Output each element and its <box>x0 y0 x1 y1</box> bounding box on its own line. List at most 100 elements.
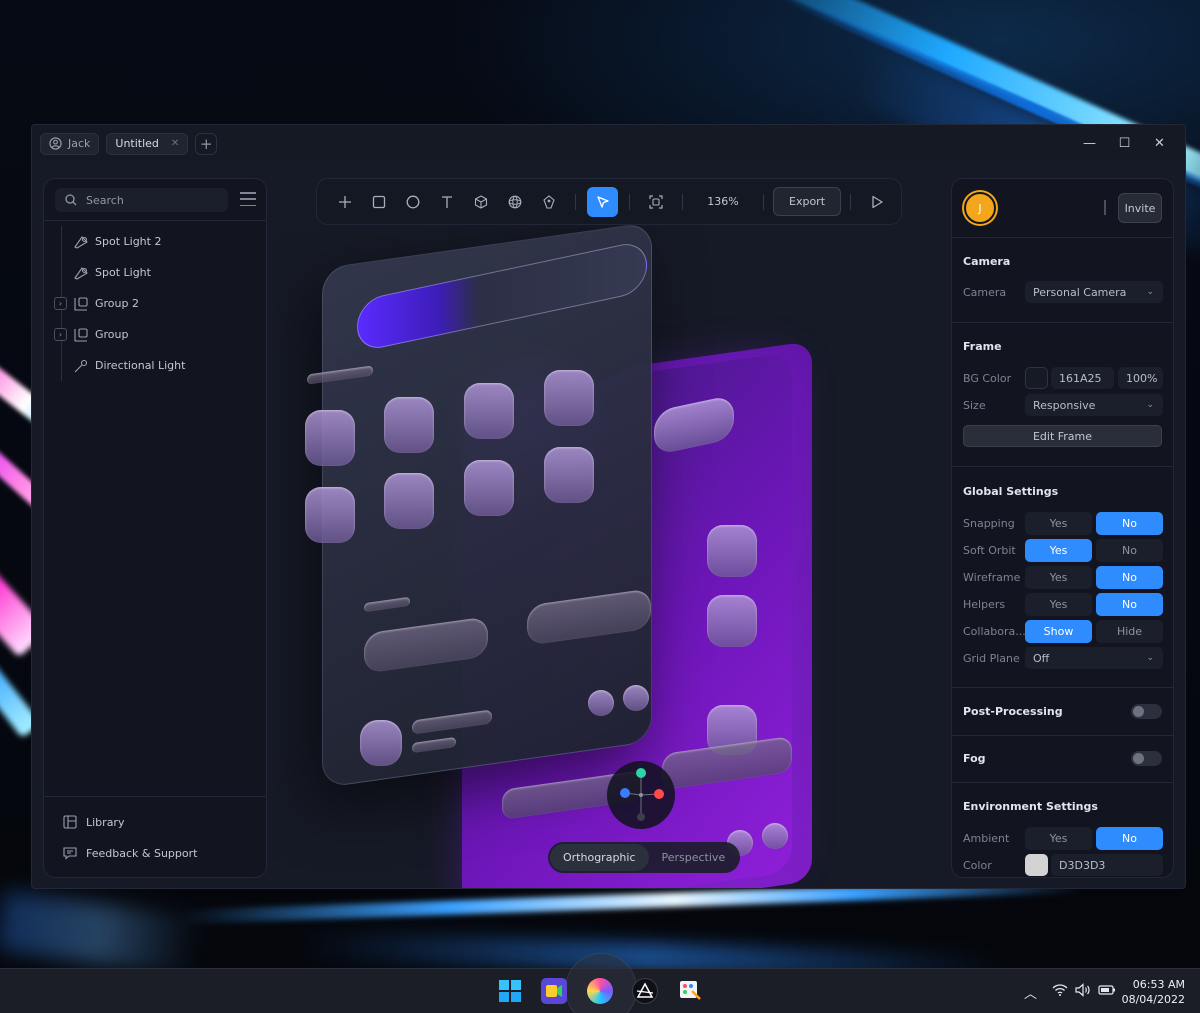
orthographic-option[interactable]: Orthographic <box>550 844 649 871</box>
rectangle-tool[interactable] <box>362 187 396 217</box>
bg-opacity-field[interactable]: 100% <box>1118 367 1163 389</box>
layer-item[interactable]: › Group <box>52 319 262 350</box>
minimize-button[interactable]: — <box>1072 136 1107 151</box>
wireframe-yes[interactable]: Yes <box>1025 566 1092 589</box>
user-icon <box>49 137 62 150</box>
soft-orbit-yes[interactable]: Yes <box>1025 539 1092 562</box>
feedback-link[interactable]: Feedback & Support <box>63 846 197 860</box>
add-icon <box>339 195 351 208</box>
windows-start-button[interactable] <box>497 978 523 1004</box>
ambient-yes[interactable]: Yes <box>1025 827 1092 850</box>
invite-button[interactable]: Invite <box>1118 193 1162 223</box>
select-tool[interactable] <box>587 186 618 217</box>
grid-plane-label: Grid Plane <box>963 652 1020 665</box>
helpers-yes[interactable]: Yes <box>1025 593 1092 616</box>
wireframe-label: Wireframe <box>963 571 1021 584</box>
collaborators-hide[interactable]: Hide <box>1096 620 1163 643</box>
camera-label: Camera <box>963 286 1007 299</box>
document-tab[interactable]: Untitled ✕ <box>106 132 189 155</box>
maximize-button[interactable]: ☐ <box>1107 136 1142 151</box>
edit-frame-button[interactable]: Edit Frame <box>963 425 1162 447</box>
spotlight-icon <box>74 266 88 280</box>
size-select[interactable]: Responsive ⌄ <box>1025 394 1163 416</box>
library-label: Library <box>86 815 125 829</box>
user-tab[interactable]: Jack <box>40 132 100 155</box>
wifi-icon[interactable] <box>1052 983 1068 1001</box>
env-color-swatch[interactable] <box>1025 854 1048 876</box>
cube-icon <box>474 194 488 209</box>
layer-item[interactable]: Directional Light <box>52 350 262 381</box>
directional-light-icon <box>74 359 88 372</box>
export-button[interactable]: Export <box>773 187 842 216</box>
material-tool[interactable] <box>532 187 566 217</box>
chevron-up-icon[interactable]: ︿ <box>1024 983 1037 1002</box>
new-tab-button[interactable]: + <box>195 132 218 155</box>
layer-label: Group 2 <box>95 297 139 310</box>
zoom-level[interactable]: 136% <box>692 195 754 208</box>
clock-date: 08/04/2022 <box>1121 993 1185 1006</box>
env-color-label: Color <box>963 859 992 872</box>
ellipse-tool[interactable] <box>396 187 430 217</box>
grid-plane-select[interactable]: Off ⌄ <box>1025 647 1163 669</box>
rectangle-icon <box>372 195 386 208</box>
text-tool[interactable] <box>430 187 464 217</box>
search-icon <box>65 194 77 206</box>
bg-color-swatch[interactable] <box>1025 367 1048 389</box>
wireframe-no[interactable]: No <box>1096 566 1163 589</box>
wireframe-toggle: Yes No <box>1025 566 1163 589</box>
clock-time: 06:53 AM <box>1132 978 1185 991</box>
ambient-no[interactable]: No <box>1096 827 1163 850</box>
close-tab-icon[interactable]: ✕ <box>171 138 179 149</box>
spline-app-button[interactable] <box>587 978 613 1004</box>
hamburger-menu-icon[interactable] <box>240 192 256 206</box>
perspective-option[interactable]: Perspective <box>649 844 739 871</box>
sphere-tool[interactable] <box>498 187 532 217</box>
search-input[interactable]: Search <box>55 188 228 212</box>
fog-title: Fog <box>963 752 986 765</box>
collaborator-avatar[interactable]: J <box>964 192 996 224</box>
paint-app-button[interactable] <box>677 978 703 1004</box>
select-icon <box>596 195 609 208</box>
orientation-gizmo[interactable] <box>607 761 675 829</box>
frame-section-title: Frame <box>963 340 1002 353</box>
add-tool[interactable] <box>328 187 362 217</box>
expand-chevron-icon[interactable]: › <box>54 328 67 341</box>
view-mode-toggle: Orthographic Perspective <box>548 842 741 873</box>
env-color-hex-field[interactable]: D3D3D3 <box>1051 854 1163 876</box>
layer-item[interactable]: › Group 2 <box>52 288 262 319</box>
volume-icon[interactable] <box>1075 983 1091 1001</box>
soft-orbit-no[interactable]: No <box>1096 539 1163 562</box>
frame-tool[interactable] <box>639 187 673 217</box>
expand-chevron-icon[interactable]: › <box>54 297 67 310</box>
play-button[interactable] <box>860 187 894 217</box>
helpers-toggle: Yes No <box>1025 593 1163 616</box>
layer-item[interactable]: Spot Light <box>52 257 262 288</box>
layer-label: Spot Light 2 <box>95 235 162 248</box>
battery-icon[interactable] <box>1098 983 1116 1001</box>
camera-select[interactable]: Personal Camera ⌄ <box>1025 281 1163 303</box>
feedback-label: Feedback & Support <box>86 846 198 860</box>
meet-app-button[interactable] <box>541 978 567 1004</box>
post-processing-switch[interactable] <box>1131 704 1162 719</box>
close-window-button[interactable]: ✕ <box>1142 136 1177 151</box>
chevron-down-icon: ⌄ <box>1146 287 1154 297</box>
fog-switch[interactable] <box>1131 751 1162 766</box>
soft-orbit-toggle: Yes No <box>1025 539 1163 562</box>
bg-color-hex-field[interactable]: 161A25 <box>1051 367 1114 389</box>
library-link[interactable]: Library <box>63 815 124 829</box>
collaborators-toggle: Show Hide <box>1025 620 1163 643</box>
snapping-no[interactable]: No <box>1096 512 1163 535</box>
snapping-yes[interactable]: Yes <box>1025 512 1092 535</box>
affinity-app-button[interactable] <box>632 978 658 1004</box>
layer-item[interactable]: Spot Light 2 <box>52 226 262 257</box>
group-icon <box>74 327 88 342</box>
cube-tool[interactable] <box>464 187 498 217</box>
scene-canvas[interactable]: Orthographic Perspective <box>272 225 942 888</box>
system-clock[interactable]: 06:53 AM 08/04/2022 <box>1122 977 1185 1007</box>
frame-icon <box>649 194 663 209</box>
collaborators-show[interactable]: Show <box>1025 620 1092 643</box>
ambient-toggle: Yes No <box>1025 827 1163 850</box>
helpers-no[interactable]: No <box>1096 593 1163 616</box>
meet-icon <box>546 985 562 997</box>
group-icon <box>74 296 88 311</box>
